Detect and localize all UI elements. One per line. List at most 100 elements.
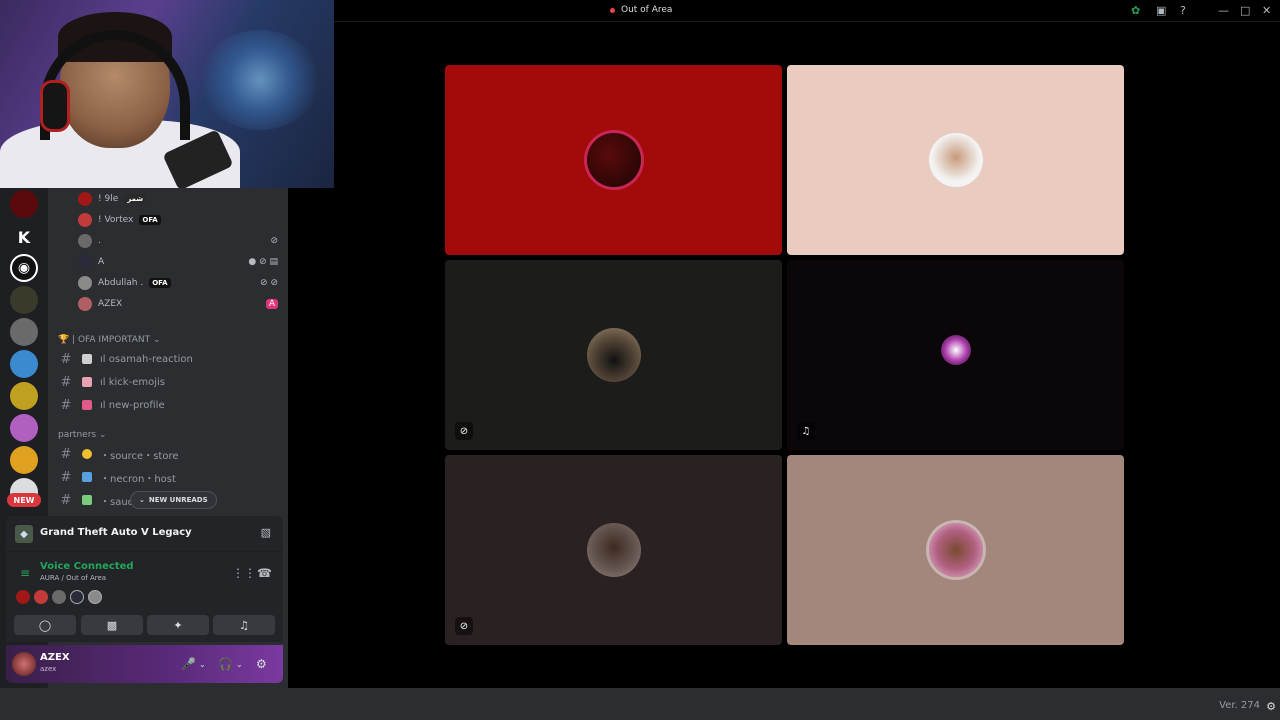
voice-member-3[interactable]: . ⊘ bbox=[78, 231, 278, 251]
help-icon[interactable]: ? bbox=[1180, 4, 1186, 17]
activity-controller-icon[interactable]: ▧ bbox=[261, 526, 271, 539]
channel-emoji-icon bbox=[82, 400, 92, 410]
avatar bbox=[34, 590, 48, 604]
game-icon: ◆ bbox=[15, 525, 33, 543]
channel-title: Out of Area bbox=[621, 5, 673, 15]
streamer-webcam-overlay bbox=[0, 0, 334, 188]
channel-necron-host[interactable]: # ・necron・host bbox=[58, 467, 278, 487]
mic-muted-icon: ⊘ bbox=[455, 617, 473, 635]
server-icon-red[interactable] bbox=[10, 190, 38, 218]
participant-avatar bbox=[928, 523, 983, 577]
voice-channel-dot-icon bbox=[610, 7, 615, 13]
headphones-icon[interactable]: 🎧 bbox=[218, 657, 233, 671]
category-partners[interactable]: partners ⌄ bbox=[58, 430, 107, 440]
voice-status[interactable]: Voice Connected bbox=[40, 561, 134, 572]
hashtag-icon: # bbox=[60, 351, 72, 367]
channel-label: ıl new-profile bbox=[100, 399, 165, 411]
soundboard-button[interactable]: ♫ bbox=[213, 615, 275, 635]
participant-tile-1[interactable] bbox=[445, 65, 782, 255]
activities-button[interactable]: ✦ bbox=[147, 615, 209, 635]
deafened-icon: ⊘ ⊘ bbox=[260, 278, 278, 288]
screen-share-button[interactable]: ▩ bbox=[81, 615, 143, 635]
avatar bbox=[78, 255, 92, 269]
avatar bbox=[78, 192, 92, 206]
member-tag: OFA bbox=[139, 215, 161, 225]
voice-connection-panel: ≡ Voice Connected AURA / Out of Area ⋮⋮ … bbox=[6, 552, 283, 642]
voice-location[interactable]: AURA / Out of Area bbox=[40, 574, 106, 582]
server-icon-gray[interactable] bbox=[10, 318, 38, 346]
voice-participant-avatars bbox=[16, 590, 102, 604]
server-icon-gold[interactable] bbox=[10, 382, 38, 410]
voice-member-5[interactable]: Abdullah . OFA ⊘ ⊘ bbox=[78, 273, 278, 293]
chevron-down-icon[interactable]: ⌄ bbox=[236, 660, 243, 669]
user-name[interactable]: AZEX bbox=[40, 652, 70, 663]
server-icon-lock[interactable]: ◉ bbox=[10, 254, 38, 282]
channel-source-store[interactable]: # ・source・store bbox=[58, 444, 278, 464]
category-ofa-important[interactable]: 🏆 | OFA IMPORTANT ⌄ bbox=[58, 335, 161, 345]
participant-avatar bbox=[586, 133, 641, 187]
chevron-down-icon[interactable]: ⌄ bbox=[199, 660, 206, 669]
channel-new-profile[interactable]: # ıl new-profile bbox=[58, 395, 278, 415]
participant-tile-6[interactable] bbox=[787, 455, 1124, 645]
server-icon-vk-logo[interactable]: K bbox=[10, 223, 38, 251]
channel-label: ・source・store bbox=[100, 450, 179, 462]
headphones-earcup bbox=[40, 80, 70, 132]
avatar bbox=[88, 590, 102, 604]
voice-member-1[interactable]: ! 9le شمر bbox=[78, 189, 278, 209]
participant-avatar bbox=[586, 328, 641, 382]
participant-avatar bbox=[928, 133, 983, 187]
settings-icon[interactable]: ⚙ bbox=[1266, 700, 1276, 713]
hashtag-icon: # bbox=[60, 397, 72, 413]
hashtag-icon: # bbox=[60, 446, 72, 462]
leaf-icon[interactable]: ✿ bbox=[1131, 4, 1140, 17]
member-name: Abdullah . bbox=[98, 278, 144, 288]
new-unreads-button[interactable]: ⌄ NEW UNREADS bbox=[130, 491, 217, 509]
channel-emoji-icon bbox=[82, 472, 92, 482]
app-root: K ◉ NEW ! 9le شمر ! Vortex OFA . ⊘ A ● ⊘… bbox=[0, 0, 1280, 720]
voice-member-4[interactable]: A ● ⊘ ▤ bbox=[78, 252, 278, 272]
camera-off-button[interactable]: ◯ bbox=[14, 615, 76, 635]
member-name: ! Vortex bbox=[98, 215, 134, 225]
soundboard-icon: ♫ bbox=[239, 618, 249, 632]
channel-emoji-icon bbox=[82, 354, 92, 364]
voice-member-2[interactable]: ! Vortex OFA bbox=[78, 210, 278, 230]
noise-suppression-icon[interactable]: ⋮⋮ bbox=[232, 566, 256, 580]
screen-share-icon: ▩ bbox=[106, 618, 118, 632]
channel-emoji-icon bbox=[82, 449, 92, 459]
disconnect-icon[interactable]: ☎ bbox=[257, 566, 272, 580]
category-label: | OFA IMPORTANT bbox=[72, 335, 151, 345]
maximize-window-icon[interactable]: □ bbox=[1240, 4, 1250, 17]
avatar bbox=[16, 590, 30, 604]
user-status[interactable]: azex bbox=[40, 665, 56, 673]
activity-panel: ◆ Grand Theft Auto V Legacy ▧ bbox=[6, 516, 283, 552]
user-avatar[interactable] bbox=[12, 652, 36, 676]
member-name: A bbox=[98, 257, 105, 267]
avatar bbox=[78, 234, 92, 248]
avatar bbox=[52, 590, 66, 604]
settings-gear-icon[interactable]: ⚙ bbox=[256, 657, 267, 671]
channel-kick-emojis[interactable]: # ıl kick-emojis bbox=[58, 372, 278, 392]
server-icon-badge[interactable] bbox=[10, 286, 38, 314]
category-icon: 🏆 bbox=[58, 335, 73, 345]
chevron-down-icon: ⌄ bbox=[139, 496, 145, 504]
microphone-icon[interactable]: 🎤 bbox=[181, 657, 196, 671]
mic-muted-icon: ⊘ bbox=[455, 422, 473, 440]
inbox-icon[interactable]: ▣ bbox=[1156, 4, 1166, 17]
channel-label: ・saud bbox=[100, 496, 135, 508]
participant-tile-2[interactable] bbox=[787, 65, 1124, 255]
server-icon-purple[interactable] bbox=[10, 414, 38, 442]
server-icon-wordmark[interactable] bbox=[10, 446, 38, 474]
participant-tile-3[interactable]: ⊘ bbox=[445, 260, 782, 450]
camera-off-icon: ◯ bbox=[38, 618, 52, 632]
voice-member-6[interactable]: AZEX A bbox=[78, 294, 278, 314]
participant-tile-4[interactable]: ♫ bbox=[787, 260, 1124, 450]
participant-tile-5[interactable]: ⊘ bbox=[445, 455, 782, 645]
channel-osamah-reaction[interactable]: # ıl osamah-reaction bbox=[58, 349, 278, 369]
signal-icon[interactable]: ≡ bbox=[15, 563, 35, 583]
bottom-status-bar: Ver. 274 ⚙ bbox=[0, 688, 1280, 720]
new-unreads-label: NEW UNREADS bbox=[148, 496, 208, 504]
server-icon-blue[interactable] bbox=[10, 350, 38, 378]
close-window-icon[interactable]: ✕ bbox=[1262, 4, 1271, 17]
participant-avatar bbox=[586, 523, 641, 577]
minimize-window-icon[interactable]: — bbox=[1218, 4, 1229, 17]
